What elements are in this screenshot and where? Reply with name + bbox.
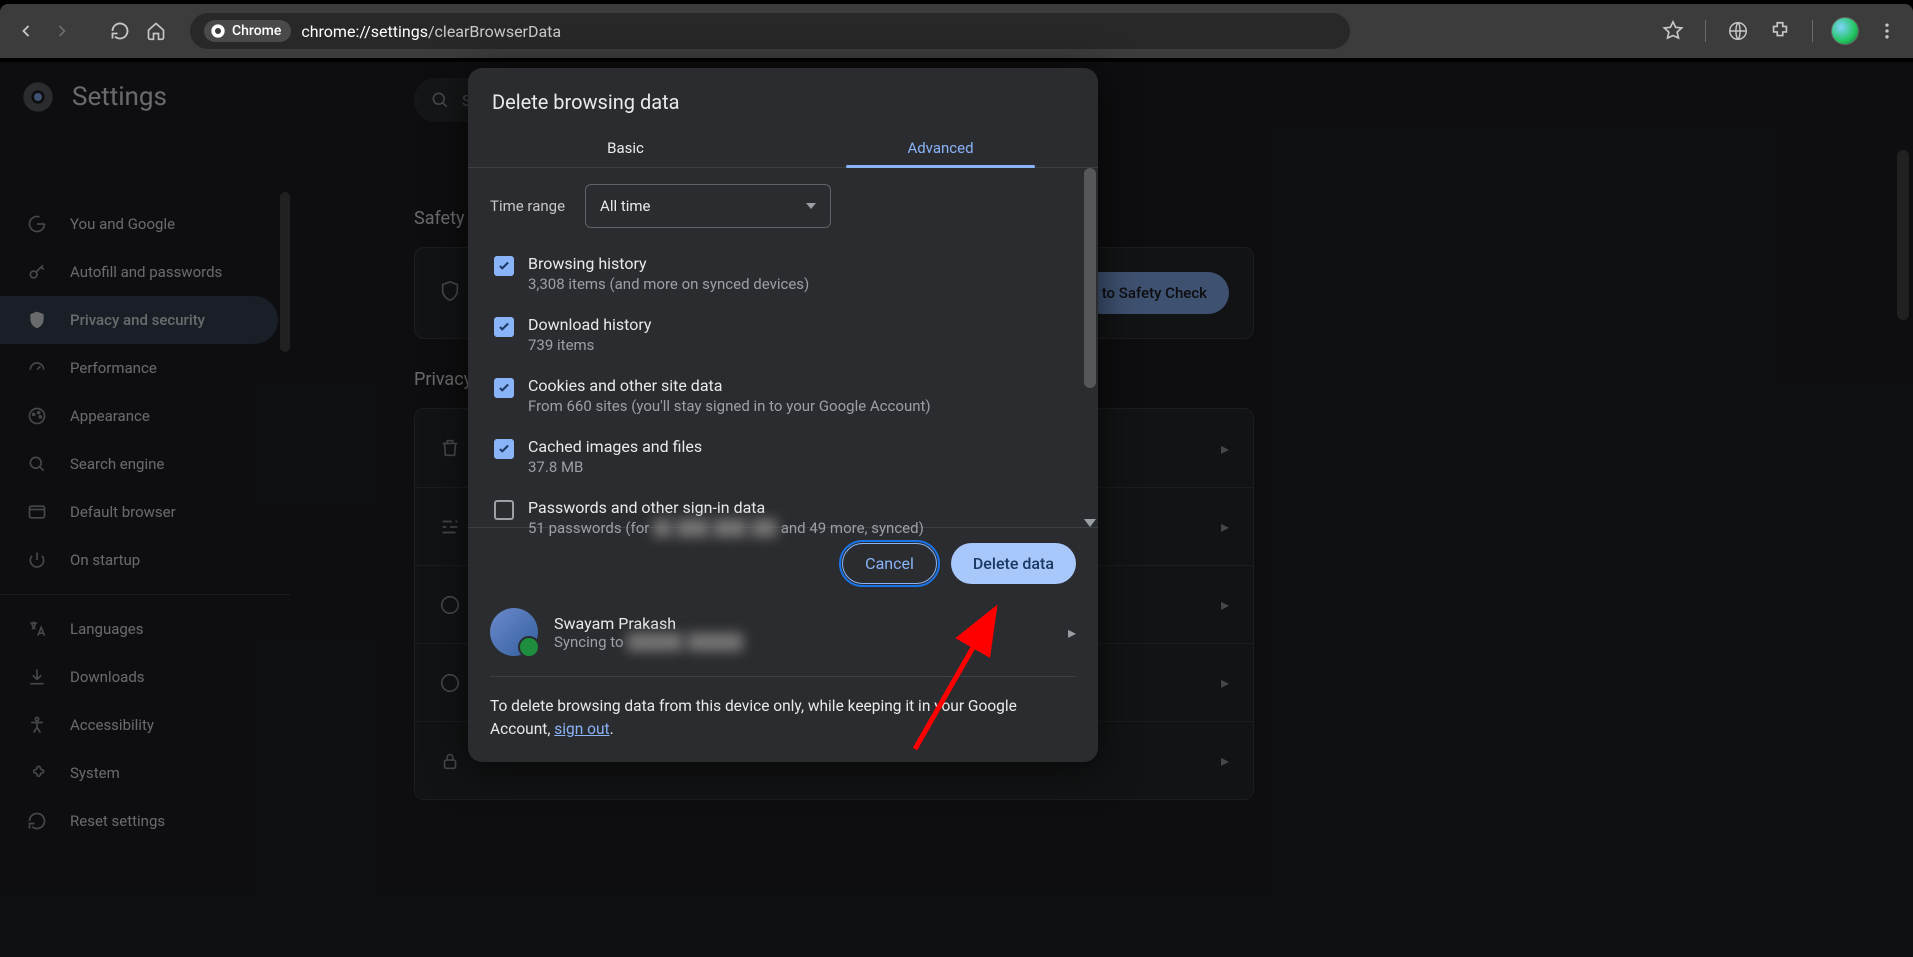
url-text: chrome://settings/clearBrowserData: [301, 22, 561, 41]
dropdown-arrow-icon: [806, 197, 816, 215]
chevron-right-icon: ▸: [1068, 623, 1076, 642]
scroll-down-arrow-icon[interactable]: [1084, 519, 1096, 527]
site-chip[interactable]: Chrome: [204, 20, 291, 42]
chrome-icon: [210, 23, 226, 39]
option-title: Cookies and other site data: [528, 376, 931, 395]
profile-avatar-icon: [490, 608, 538, 656]
option-row: Cookies and other site data From 660 site…: [490, 368, 1076, 429]
time-range-value: All time: [600, 197, 650, 215]
dialog-actions: Cancel Delete data: [468, 528, 1098, 604]
option-title: Download history: [528, 315, 652, 334]
profile-sync-status: Syncing to xxxxxxx xxxxxxx: [554, 633, 743, 651]
menu-icon[interactable]: [1873, 17, 1901, 45]
option-row: Cached images and files 37.8 MB: [490, 429, 1076, 490]
browser-toolbar: Chrome chrome://settings/clearBrowserDat…: [0, 4, 1913, 58]
dialog-scrollbar[interactable]: [1084, 168, 1096, 388]
option-subtitle: 3,308 items (and more on synced devices): [528, 275, 809, 293]
extensions-icon[interactable]: [1766, 17, 1794, 45]
home-button[interactable]: [142, 17, 170, 45]
profile-avatar[interactable]: [1831, 17, 1859, 45]
bookmark-star-icon[interactable]: [1659, 17, 1687, 45]
site-chip-label: Chrome: [232, 23, 281, 39]
checkbox[interactable]: [494, 500, 514, 520]
time-range-select[interactable]: All time: [585, 184, 831, 228]
sign-out-link[interactable]: sign out: [554, 720, 609, 738]
tab-basic[interactable]: Basic: [468, 128, 783, 167]
dialog-footer-note: To delete browsing data from this device…: [490, 676, 1076, 762]
profile-name: Swayam Prakash: [554, 614, 743, 633]
dialog-body: Time range All time Browsing history 3,30…: [468, 168, 1098, 528]
option-subtitle: From 660 sites (you'll stay signed in to…: [528, 397, 931, 415]
checkbox[interactable]: [494, 439, 514, 459]
clear-browsing-data-dialog: Delete browsing data Basic Advanced Time…: [468, 68, 1098, 762]
forward-button[interactable]: [48, 17, 76, 45]
option-title: Browsing history: [528, 254, 809, 273]
toolbar-divider: [1705, 20, 1706, 42]
delete-data-button[interactable]: Delete data: [951, 543, 1076, 584]
globe-icon[interactable]: [1724, 17, 1752, 45]
option-subtitle: 37.8 MB: [528, 458, 702, 476]
dialog-tabs: Basic Advanced: [468, 128, 1098, 168]
checkbox[interactable]: [494, 378, 514, 398]
address-bar[interactable]: Chrome chrome://settings/clearBrowserDat…: [190, 13, 1350, 49]
time-range-label: Time range: [490, 197, 565, 215]
option-row: Browsing history 3,308 items (and more on…: [490, 246, 1076, 307]
option-row: Download history 739 items: [490, 307, 1076, 368]
toolbar-divider: [1812, 20, 1813, 42]
reload-button[interactable]: [106, 17, 134, 45]
profile-row[interactable]: Swayam Prakash Syncing to xxxxxxx xxxxxx…: [490, 604, 1076, 670]
option-title: Passwords and other sign-in data: [528, 498, 924, 517]
checkbox[interactable]: [494, 256, 514, 276]
checkbox[interactable]: [494, 317, 514, 337]
tab-advanced[interactable]: Advanced: [783, 128, 1098, 167]
back-button[interactable]: [12, 17, 40, 45]
option-title: Cached images and files: [528, 437, 702, 456]
cancel-button[interactable]: Cancel: [842, 543, 937, 584]
option-subtitle: 739 items: [528, 336, 652, 354]
dialog-title: Delete browsing data: [468, 68, 1098, 128]
